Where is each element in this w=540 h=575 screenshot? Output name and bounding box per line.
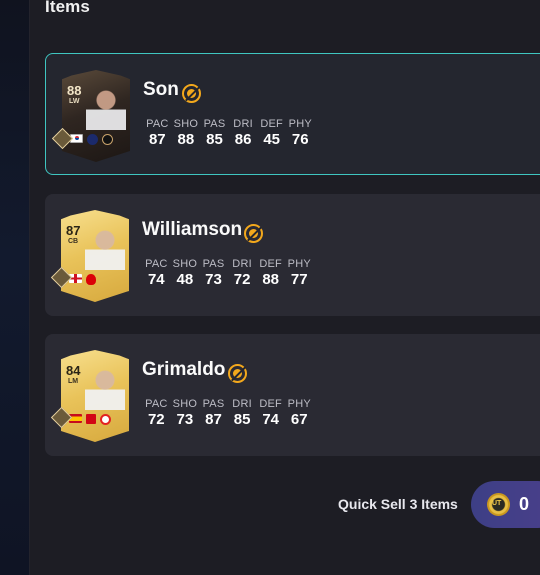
league-badge-icon	[86, 414, 96, 424]
quick-sell-value: 0	[519, 494, 530, 514]
player-name: Grimaldo	[142, 359, 226, 380]
stat-pas: PAS 85	[203, 118, 226, 148]
left-navigation-strip	[0, 0, 30, 575]
card-rating: 88	[67, 83, 82, 98]
stat-pac: PAC 74	[145, 258, 168, 288]
player-name: Son	[143, 79, 179, 100]
player-card-williamson: 87 CB	[61, 210, 129, 302]
club-badge-icon	[100, 414, 111, 425]
card-rating: 87	[66, 223, 81, 238]
player-card-son: 88 LW	[62, 70, 130, 162]
item-row-williamson[interactable]: 87 CB Williamson PAC 74 SHO 48 PAS 73 DRI 72…	[45, 194, 540, 316]
item-row-grimaldo[interactable]: 84 LM Grimaldo PAC 72 SHO 73 PAS 87 DRI 85 D…	[45, 334, 540, 456]
stat-dri: DRI 86	[233, 118, 253, 148]
untradeable-icon	[182, 84, 201, 103]
untradeable-icon	[244, 224, 263, 243]
quick-sell-button[interactable]: UT 0	[471, 481, 540, 528]
stat-def: DEF 74	[259, 398, 282, 428]
item-row-son[interactable]: 88 LW Son PAC 87 SHO 88 PAS 85 DRI 86 DEF 45 …	[45, 53, 540, 175]
card-rating: 84	[66, 363, 81, 378]
untradeable-icon	[228, 364, 247, 383]
club-badge-icon	[102, 134, 113, 145]
stat-pas: PAS 73	[202, 258, 225, 288]
stat-phy: PHY 67	[287, 398, 311, 428]
league-badge-icon	[87, 134, 98, 145]
player-name: Williamson	[142, 219, 243, 240]
coin-icon: UT	[487, 493, 510, 516]
player-photo	[85, 364, 125, 410]
stat-phy: PHY 76	[288, 118, 312, 148]
player-photo	[86, 84, 126, 130]
section-title: Items	[45, 0, 90, 16]
stat-dri: DRI 72	[232, 258, 252, 288]
player-stats: PAC 74 SHO 48 PAS 73 DRI 72 DEF 88 PHY 77	[142, 258, 314, 288]
stat-def: DEF 45	[260, 118, 283, 148]
player-card-grimaldo: 84 LM	[61, 350, 129, 442]
card-position: CB	[68, 238, 79, 245]
stat-phy: PHY 77	[287, 258, 311, 288]
card-position: LM	[68, 378, 79, 385]
stat-pac: PAC 72	[145, 398, 168, 428]
stat-sho: SHO 48	[172, 258, 198, 288]
stat-sho: SHO 73	[172, 398, 198, 428]
quick-sell-label: Quick Sell 3 Items	[338, 496, 458, 512]
stat-def: DEF 88	[259, 258, 282, 288]
player-stats: PAC 87 SHO 88 PAS 85 DRI 86 DEF 45 PHY 76	[143, 118, 315, 148]
player-stats: PAC 72 SHO 73 PAS 87 DRI 85 DEF 74 PHY 67	[142, 398, 314, 428]
stat-pas: PAS 87	[202, 398, 225, 428]
stat-dri: DRI 85	[232, 398, 252, 428]
card-position: LW	[69, 98, 80, 105]
stat-pac: PAC 87	[146, 118, 169, 148]
player-photo	[85, 224, 125, 270]
club-badge-icon	[86, 274, 96, 285]
stat-sho: SHO 88	[173, 118, 199, 148]
